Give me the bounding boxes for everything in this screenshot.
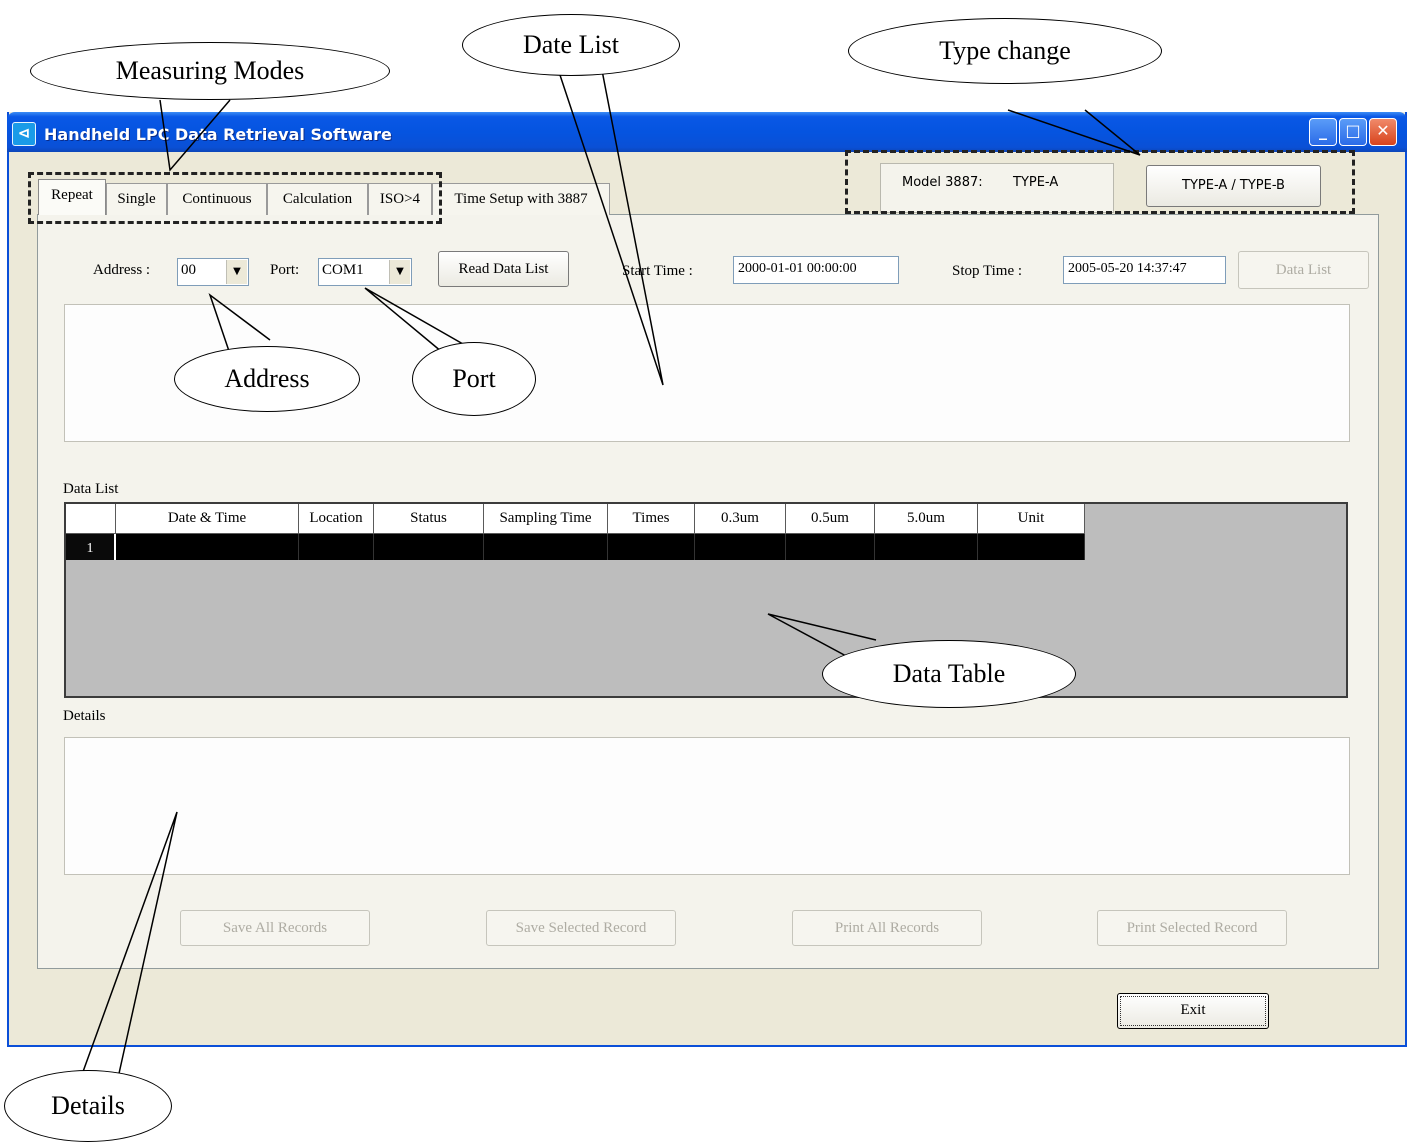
details-box[interactable] (64, 737, 1350, 875)
port-combo[interactable]: COM1 ▼ (318, 258, 412, 286)
table-cell[interactable] (608, 534, 695, 560)
chevron-down-icon[interactable]: ▼ (389, 260, 410, 284)
table-cell[interactable] (484, 534, 608, 560)
column-header-location[interactable]: Location (299, 504, 374, 534)
column-header-unit[interactable]: Unit (978, 504, 1085, 534)
table-cell[interactable] (875, 534, 978, 560)
column-header-date-time[interactable]: Date & Time (116, 504, 299, 534)
tab-repeat[interactable]: Repeat (38, 179, 106, 215)
type-change-highlight (845, 150, 1355, 214)
table-cell[interactable] (695, 534, 786, 560)
window-title: Handheld LPC Data Retrieval Software (44, 125, 392, 144)
address-label: Address : (93, 262, 151, 278)
column-header-sampling-time[interactable]: Sampling Time (484, 504, 608, 534)
table-cell[interactable] (299, 534, 374, 560)
start-time-field[interactable]: 2000-01-01 00:00:00 (733, 256, 899, 284)
annotation-measuring-modes: Measuring Modes (30, 42, 390, 100)
table-cell[interactable] (978, 534, 1085, 560)
table-row-header[interactable]: 1 (66, 534, 116, 560)
stop-time-field[interactable]: 2005-05-20 14:37:47 (1063, 256, 1226, 284)
port-label: Port: (270, 262, 300, 278)
annotation-type-change: Type change (848, 18, 1162, 84)
column-header-0-3um[interactable]: 0.3um (695, 504, 786, 534)
exit-button[interactable]: Exit (1117, 993, 1269, 1029)
table-cell[interactable] (116, 534, 299, 560)
read-data-list-button[interactable]: Read Data List (438, 251, 569, 287)
table-corner-header[interactable] (66, 504, 116, 534)
annotation-address: Address (174, 346, 360, 412)
annotation-details: Details (4, 1070, 172, 1142)
table-cell[interactable] (374, 534, 484, 560)
column-header-5-0um[interactable]: 5.0um (875, 504, 978, 534)
save-all-records-button[interactable]: Save All Records (180, 910, 370, 946)
column-header-0-5um[interactable]: 0.5um (786, 504, 875, 534)
tab-time-setup[interactable]: Time Setup with 3887 (432, 183, 610, 215)
maximize-button[interactable]: □ (1339, 118, 1367, 146)
close-button[interactable]: ✕ (1369, 118, 1397, 146)
print-all-records-button[interactable]: Print All Records (792, 910, 982, 946)
print-selected-record-button[interactable]: Print Selected Record (1097, 910, 1287, 946)
stop-time-label: Stop Time : (952, 263, 1023, 279)
data-list-label: Data List (63, 481, 119, 497)
annotation-date-list: Date List (462, 14, 680, 76)
annotation-port: Port (412, 342, 536, 416)
column-header-times[interactable]: Times (608, 504, 695, 534)
save-selected-record-button[interactable]: Save Selected Record (486, 910, 676, 946)
column-header-status[interactable]: Status (374, 504, 484, 534)
annotation-data-table: Data Table (822, 640, 1076, 708)
address-combo[interactable]: 00 ▼ (177, 258, 249, 286)
data-list-button[interactable]: Data List (1238, 251, 1369, 289)
minimize-button[interactable]: _ (1309, 118, 1337, 146)
details-label: Details (63, 708, 106, 724)
start-time-label: Start Time : (622, 263, 693, 279)
chevron-down-icon[interactable]: ▼ (226, 260, 247, 284)
app-icon: ⊲ (12, 122, 36, 146)
table-cell[interactable] (786, 534, 875, 560)
port-value: COM1 (322, 262, 364, 278)
address-value: 00 (181, 262, 196, 278)
